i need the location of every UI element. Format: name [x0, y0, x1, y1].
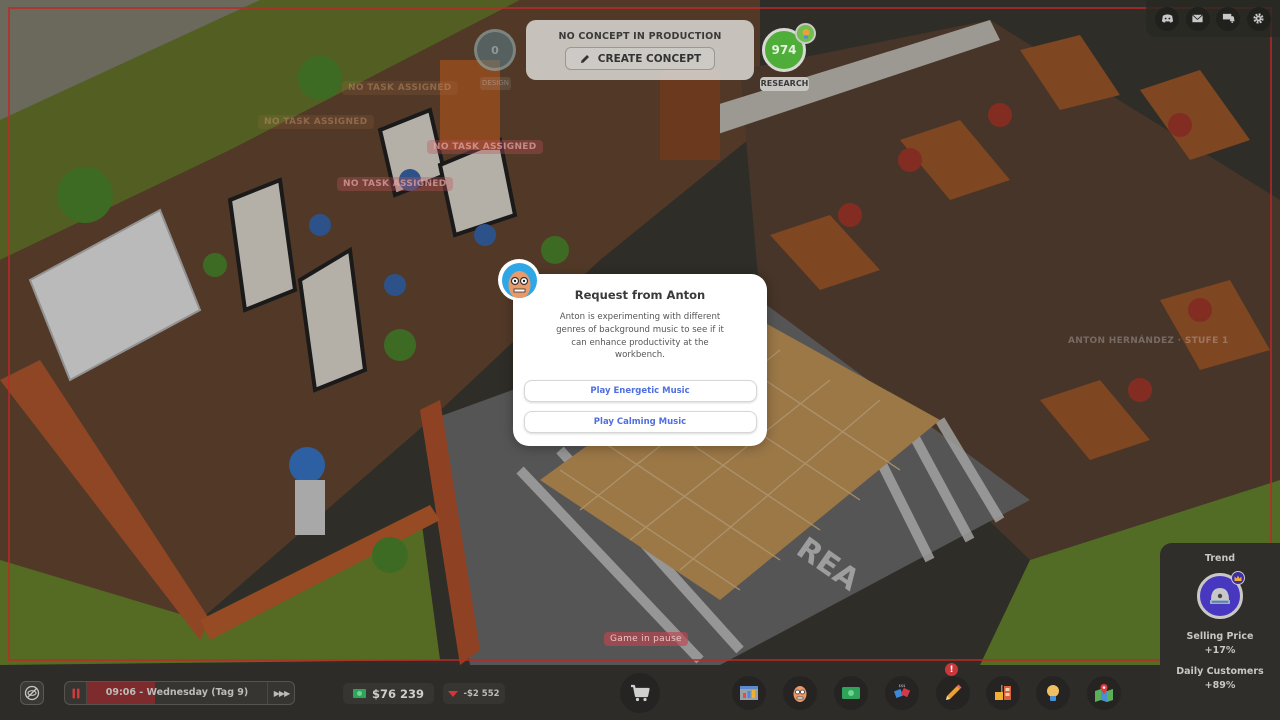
money-display[interactable]: $76 239 — [343, 683, 434, 704]
trend-panel[interactable]: Trend Selling Price +17% Daily Customers… — [1160, 543, 1280, 720]
create-concept-button[interactable]: CREATE CONCEPT — [565, 47, 715, 70]
money-value: $76 239 — [371, 686, 424, 701]
production-icon — [995, 685, 1011, 700]
no-task-label: NO TASK ASSIGNED — [427, 140, 543, 154]
pause-icon — [72, 688, 79, 698]
concept-button[interactable] — [936, 676, 970, 710]
design-label: DESIGN — [480, 77, 511, 90]
selling-price-label: Selling Price — [1186, 631, 1254, 642]
concept-panel: NO CONCEPT IN PRODUCTION CREATE CONCEPT — [526, 20, 754, 80]
ideas-bulb-icon — [1047, 685, 1059, 701]
trend-product-badge — [1197, 571, 1245, 619]
no-task-label: NO TASK ASSIGNED — [258, 115, 374, 129]
finance-icon — [842, 687, 860, 699]
pencil-icon — [580, 54, 589, 63]
gear-icon — [1253, 13, 1264, 24]
svg-text:$$$: $$$ — [899, 684, 906, 688]
crown-icon — [1234, 575, 1242, 581]
discord-icon — [1161, 14, 1173, 23]
notifications-button[interactable] — [1216, 6, 1241, 31]
employee-name-tag: ANTON HERNÁNDEZ · STUFE 1 — [1068, 336, 1229, 346]
statistics-button[interactable] — [732, 676, 766, 710]
date-time-text: 09:06 - Wednesday (Tag 9) — [105, 687, 249, 698]
crown-badge — [1231, 571, 1245, 585]
fast-forward-button[interactable]: ▶▶▶ — [267, 682, 294, 704]
daily-customers-value: +89% — [1204, 680, 1236, 691]
stats-icon — [740, 686, 758, 700]
pause-button[interactable] — [65, 682, 87, 704]
marketing-button[interactable]: $$$ — [885, 676, 919, 710]
down-arrow-icon — [448, 690, 459, 697]
dialog-title: Request from Anton — [574, 288, 706, 302]
map-button[interactable] — [1087, 676, 1121, 710]
balance-change-display[interactable]: -$2 552 — [443, 683, 505, 704]
no-task-label: NO TASK ASSIGNED — [337, 177, 453, 191]
game-paused-banner: Game in pause — [604, 632, 688, 646]
eye-slash-icon — [24, 685, 40, 701]
shop-icon — [631, 684, 650, 702]
research-bulb-badge — [795, 23, 816, 44]
research-points-value: 974 — [771, 43, 797, 57]
cd-player-icon — [1210, 588, 1230, 604]
concept-alert-badge: ! — [945, 663, 958, 676]
day-progress-bar: 09:06 - Wednesday (Tag 9) — [87, 682, 267, 704]
trend-title: Trend — [1204, 553, 1236, 564]
ideas-button[interactable] — [1036, 676, 1070, 710]
time-widget: 09:06 - Wednesday (Tag 9) ▶▶▶ — [64, 681, 295, 705]
no-task-label: NO TASK ASSIGNED — [342, 81, 458, 95]
concept-status: NO CONCEPT IN PRODUCTION — [558, 31, 722, 42]
design-points-value: 0 — [491, 43, 499, 57]
discord-button[interactable] — [1155, 6, 1180, 31]
play-calming-music-button[interactable]: Play Calming Music — [523, 411, 757, 434]
cash-icon — [352, 689, 366, 698]
employee-avatar — [498, 259, 540, 301]
mail-button[interactable] — [1185, 6, 1210, 31]
research-label: RESEARCH — [760, 77, 809, 91]
request-dialog: Request from Anton Anton is experimentin… — [513, 274, 767, 446]
map-icon — [1095, 684, 1113, 702]
chat-notifications-icon — [1222, 13, 1235, 24]
lightbulb-icon — [802, 28, 809, 38]
top-right-toolbar — [1146, 0, 1280, 37]
shop-button[interactable] — [620, 673, 660, 713]
production-button[interactable] — [986, 676, 1020, 710]
finance-button[interactable] — [834, 676, 868, 710]
toggle-ui-button[interactable] — [20, 681, 44, 705]
marketing-icon: $$$ — [894, 684, 911, 698]
daily-customers-label: Daily Customers — [1176, 666, 1264, 677]
fast-forward-icon: ▶▶▶ — [273, 688, 291, 698]
concept-pencil-icon — [946, 684, 962, 700]
dialog-body: Anton is experimenting with different ge… — [556, 312, 724, 361]
employees-icon — [793, 686, 807, 702]
design-points-circle[interactable]: 0 — [474, 29, 516, 71]
balance-change-value: -$2 552 — [463, 688, 500, 699]
settings-button[interactable] — [1246, 6, 1271, 31]
mail-icon — [1192, 14, 1204, 23]
play-energetic-music-button[interactable]: Play Energetic Music — [523, 380, 757, 403]
anton-face-icon — [508, 270, 530, 298]
selling-price-value: +17% — [1204, 645, 1236, 656]
employees-button[interactable] — [783, 676, 817, 710]
create-concept-label: CREATE CONCEPT — [597, 52, 702, 65]
